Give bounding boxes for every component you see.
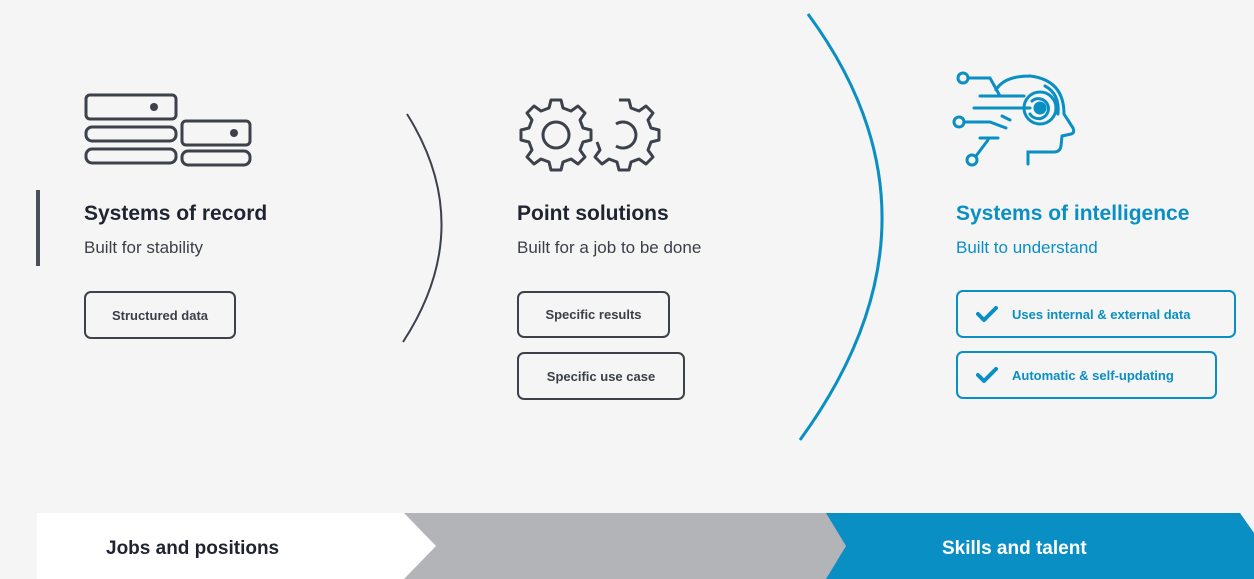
column-subtitle-systems-of-intelligence: Built to understand <box>956 238 1098 257</box>
tag-specific-results: Specific results <box>517 291 670 338</box>
ai-head-icon <box>952 71 1076 167</box>
tag-uses-internal-external-data: Uses internal & external data <box>956 290 1236 338</box>
tag-automatic-self-updating: Automatic & self-updating <box>956 351 1217 399</box>
tag-specific-use-case: Specific use case <box>517 352 685 400</box>
column-title-systems-of-intelligence: Systems of intelligence <box>956 202 1190 225</box>
tag-label: Automatic & self-updating <box>1012 367 1174 383</box>
column-title-point-solutions: Point solutions <box>517 202 669 225</box>
separator-arc-right <box>798 13 884 441</box>
gears-icon <box>519 98 661 172</box>
tag-structured-data: Structured data <box>84 291 236 339</box>
checkmark-icon <box>976 306 998 322</box>
column-subtitle-systems-of-record: Built for stability <box>84 238 204 257</box>
column-subtitle-point-solutions: Built for a job to be done <box>517 238 702 257</box>
band-segment-middle <box>400 513 846 579</box>
tag-label: Uses internal & external data <box>1012 306 1191 322</box>
separator-arc-left <box>402 113 443 343</box>
server-stack-icon <box>84 93 252 167</box>
column-title-systems-of-record: Systems of record <box>84 202 268 225</box>
stage-label-right: Skills and talent <box>942 538 1087 559</box>
stage-label-left: Jobs and positions <box>106 538 280 559</box>
checkmark-icon <box>976 367 998 383</box>
